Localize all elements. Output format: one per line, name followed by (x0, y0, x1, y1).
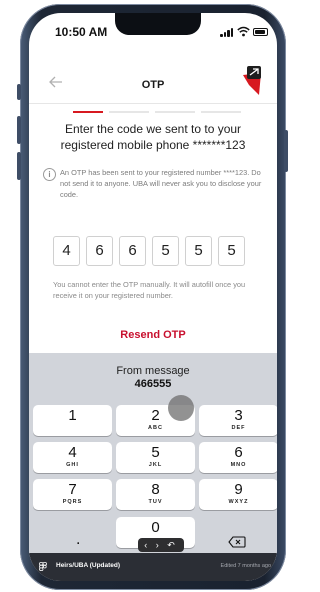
otp-autofill-note: You cannot enter the OTP manually. It wi… (53, 280, 246, 300)
divider (29, 103, 277, 104)
cursor-control[interactable]: ‹ › ↶ (138, 538, 184, 552)
nav-bar: OTP (29, 65, 277, 101)
progress-step-2 (109, 111, 149, 113)
otp-digit-1[interactable]: 4 (53, 236, 80, 266)
progress-step-3 (155, 111, 195, 113)
key-digit: 4 (68, 444, 77, 461)
key-digit: 5 (151, 444, 160, 461)
suggestion-label: From message (116, 365, 190, 377)
status-bar: 10:50 AM (29, 13, 277, 51)
key-4[interactable]: 4 GHI (33, 442, 112, 473)
key-3[interactable]: 3 DEF (199, 405, 277, 436)
backspace-icon[interactable] (228, 536, 246, 548)
phone-screen: 10:50 AM OTP Enter the code we sent to t… (29, 13, 277, 581)
key-1[interactable]: 1 (33, 405, 112, 436)
mute-switch (17, 84, 21, 100)
key-digit: 8 (151, 481, 160, 498)
key-digit: 3 (234, 407, 243, 424)
key-6[interactable]: 6 MNO (199, 442, 277, 473)
volume-down-button (17, 152, 21, 180)
info-icon: i (43, 168, 56, 181)
volume-up-button (17, 116, 21, 144)
status-time: 10:50 AM (55, 25, 108, 39)
wifi-icon (237, 26, 250, 37)
prototype-bar: Heirs/UBA (Updated) Edited 7 months ago (29, 553, 277, 581)
otp-digit-3[interactable]: 6 (119, 236, 146, 266)
edited-timestamp: Edited 7 months ago (220, 563, 271, 569)
file-title[interactable]: Heirs/UBA (Updated) (56, 562, 120, 569)
key-letters: DEF (231, 425, 246, 431)
notch (115, 13, 201, 35)
signal-icon (220, 28, 234, 37)
key-letters: GHI (66, 462, 79, 468)
key-digit: 6 (234, 444, 243, 461)
figma-icon (39, 562, 47, 571)
key-8[interactable]: 8 TUV (116, 479, 195, 510)
key-letters: JKL (148, 462, 163, 468)
key-letters: MNO (230, 462, 247, 468)
otp-heading: Enter the code we sent to to your regist… (60, 122, 246, 152)
battery-icon (253, 28, 268, 36)
otp-digit-6[interactable]: 5 (218, 236, 245, 266)
touch-indicator (168, 395, 194, 421)
key-digit: 9 (234, 481, 243, 498)
key-9[interactable]: 9 WXYZ (199, 479, 277, 510)
suggestion-code: 466555 (134, 378, 172, 390)
progress-step-1 (73, 111, 103, 113)
progress-step-4 (201, 111, 241, 113)
otp-digit-4[interactable]: 5 (152, 236, 179, 266)
otp-digit-2[interactable]: 6 (86, 236, 113, 266)
otp-autofill-suggestion[interactable]: From message 466555 (29, 365, 277, 390)
key-5[interactable]: 5 JKL (116, 442, 195, 473)
key-dot[interactable]: . (76, 531, 80, 549)
otp-input-group: 4 6 6 5 5 5 (53, 236, 275, 268)
key-letters: TUV (148, 499, 163, 505)
otp-digit-5[interactable]: 5 (185, 236, 212, 266)
key-digit: 0 (151, 519, 160, 536)
uba-logo-icon (243, 66, 261, 95)
key-letters: PQRS (62, 499, 83, 505)
key-letters: WXYZ (228, 499, 249, 505)
key-digit: 7 (68, 481, 77, 498)
key-letters: ABC (148, 425, 163, 431)
power-button (284, 130, 288, 172)
key-7[interactable]: 7 PQRS (33, 479, 112, 510)
resend-otp-button[interactable]: Resend OTP (29, 329, 277, 341)
numeric-keyboard: From message 466555 1 2 ABC 3 DEF 4 GHI 5 JK… (29, 353, 277, 563)
key-digit: 1 (68, 407, 77, 424)
otp-info-text: An OTP has been sent to your registered … (60, 168, 262, 199)
